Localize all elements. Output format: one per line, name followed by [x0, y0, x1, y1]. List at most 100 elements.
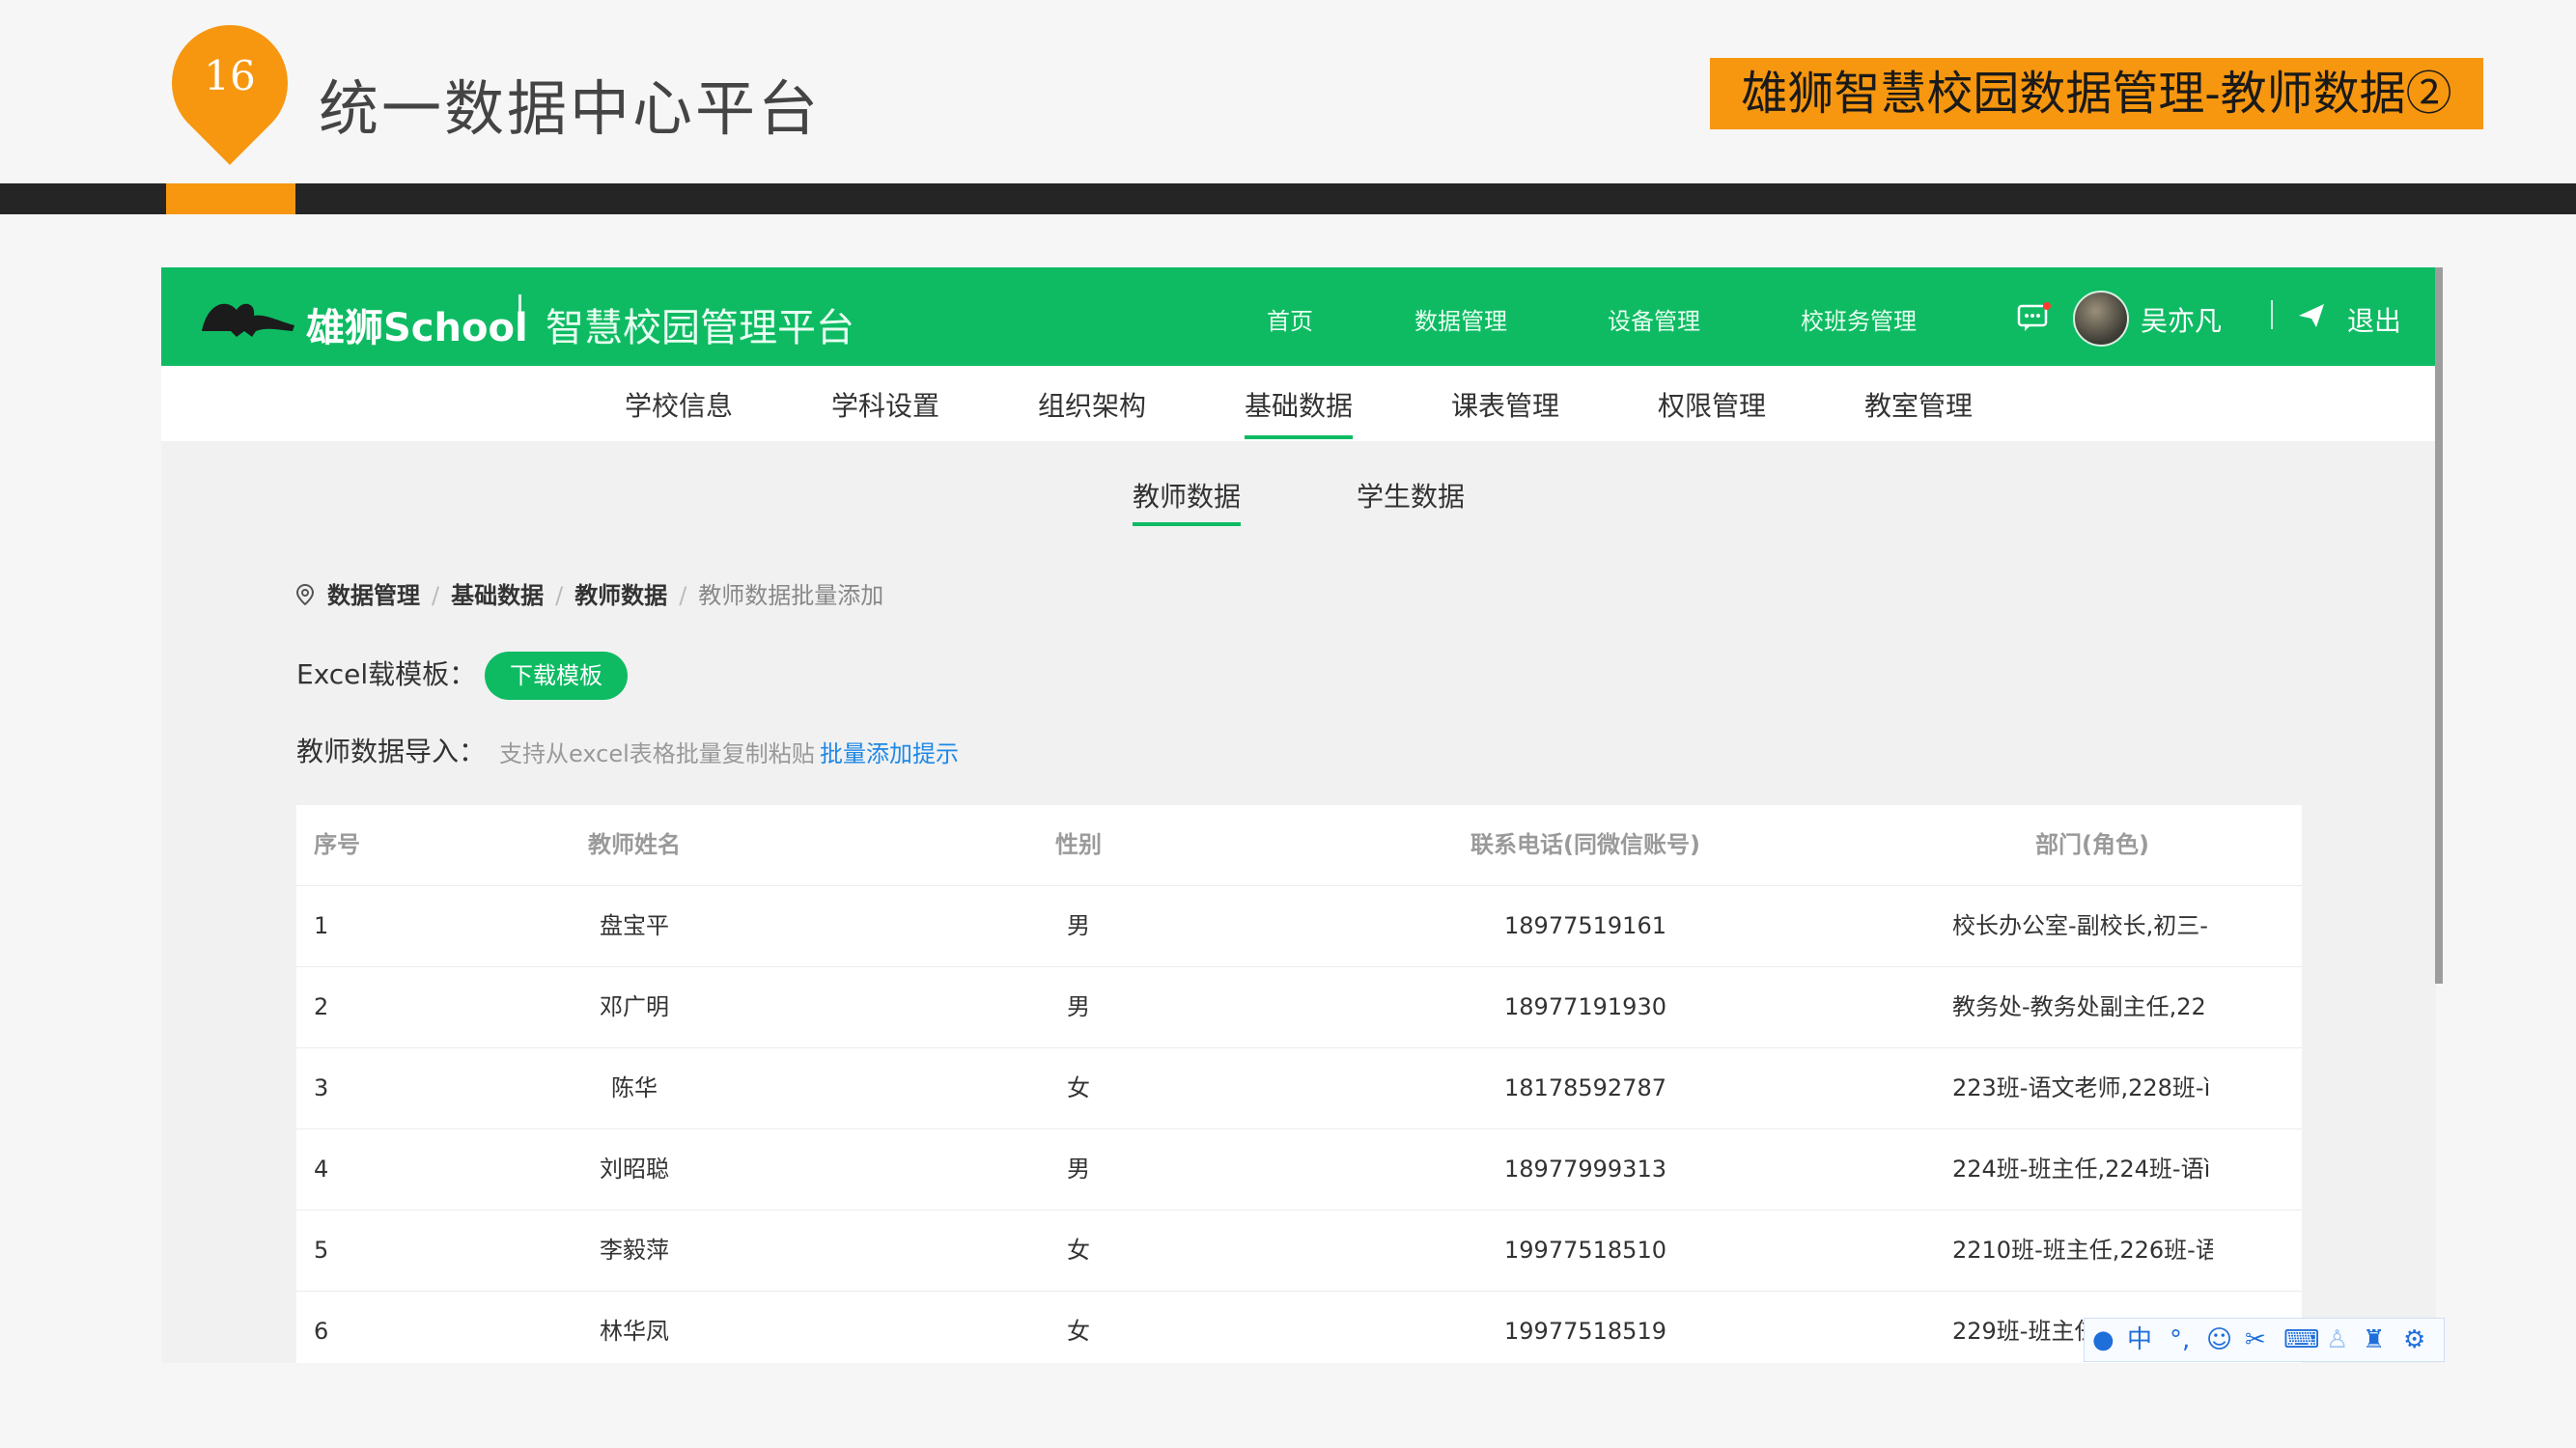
cell-index: 3 — [314, 1074, 329, 1101]
breadcrumb-item[interactable]: 基础数据 — [451, 582, 544, 609]
ime-mode[interactable]: 中 — [2127, 1324, 2152, 1355]
header-phone: 联系电话(同微信账号) — [1470, 831, 1700, 858]
nav-device-management[interactable]: 设备管理 — [1608, 302, 1700, 336]
ime-toolbar: ● 中 °, ☺ ✂ ⌨ ♙ ♜ ⚙ — [2084, 1318, 2445, 1362]
cell-phone: 18977519161 — [1504, 912, 1666, 939]
emoji-icon[interactable]: ☺ — [2206, 1324, 2232, 1355]
cell-teacher-name: 陈华 — [611, 1074, 658, 1101]
cell-index: 2 — [314, 993, 329, 1020]
cell-department: 224班-班主任,224班-语ì — [1952, 1156, 2211, 1183]
breadcrumb-separator: / — [432, 582, 440, 609]
cell-phone: 18178592787 — [1504, 1074, 1666, 1101]
platform-name: 智慧校园管理平台 — [546, 306, 854, 350]
import-hint: 支持从excel表格批量复制粘贴 — [499, 740, 815, 767]
subnav-subject-settings[interactable]: 学科设置 — [831, 385, 939, 424]
send-icon[interactable] — [2297, 302, 2326, 329]
cell-department: 教务处-教务处副主任,22 — [1952, 993, 2206, 1020]
cell-gender: 女 — [1067, 1237, 1090, 1264]
table-row[interactable]: 4 刘昭聪 男 18977999313 224班-班主任,224班-语ì — [296, 1129, 2302, 1211]
cell-phone: 19977518519 — [1504, 1318, 1666, 1345]
cell-department: 校长办公室-副校长,初三- — [1952, 912, 2208, 939]
app-screenshot: 雄狮School 智慧校园管理平台 首页 数据管理 设备管理 校班务管理 吴亦凡… — [161, 267, 2436, 1363]
batch-add-tips-link[interactable]: 批量添加提示 — [820, 735, 959, 768]
cell-index: 6 — [314, 1318, 329, 1345]
location-pin-icon — [296, 584, 314, 605]
brand-name: 雄狮School — [306, 306, 528, 350]
cell-department: 2210班-班主任,226班-语 — [1952, 1237, 2213, 1264]
table-row[interactable]: 3 陈华 女 18178592787 223班-语文老师,228班-ì — [296, 1048, 2302, 1129]
cell-gender: 男 — [1067, 912, 1090, 939]
breadcrumb-separator: / — [679, 582, 687, 609]
breadcrumb-item[interactable]: 教师数据 — [574, 582, 667, 609]
nav-data-management[interactable]: 数据管理 — [1414, 302, 1507, 336]
table-row[interactable]: 1 盘宝平 男 18977519161 校长办公室-副校长,初三- — [296, 886, 2302, 967]
nav-home[interactable]: 首页 — [1267, 302, 1313, 336]
tab-active-indicator — [1133, 522, 1241, 526]
header-divider — [0, 183, 2576, 214]
header-divider-accent — [166, 183, 295, 214]
subnav-classrooms[interactable]: 教室管理 — [1864, 385, 1973, 424]
cell-teacher-name: 邓广明 — [600, 993, 669, 1020]
cell-teacher-name: 李毅萍 — [600, 1237, 669, 1264]
user-divider — [2271, 300, 2273, 329]
cell-index: 4 — [314, 1156, 329, 1183]
keyboard-icon[interactable]: ⌨ — [2283, 1324, 2320, 1355]
data-tabs: 教师数据 学生数据 — [161, 460, 2436, 528]
message-icon[interactable] — [2017, 302, 2052, 333]
subnav-timetable[interactable]: 课表管理 — [1451, 385, 1559, 424]
cell-phone: 18977191930 — [1504, 993, 1666, 1020]
breadcrumb: 数据管理 / 基础数据 / 教师数据 / 教师数据批量添加 — [296, 576, 883, 610]
tab-teacher-data[interactable]: 教师数据 — [1133, 476, 1241, 515]
cell-teacher-name: 刘昭聪 — [600, 1156, 669, 1183]
top-navbar: 雄狮School 智慧校园管理平台 首页 数据管理 设备管理 校班务管理 吴亦凡… — [161, 267, 2436, 366]
person-icon[interactable]: ♙ — [2326, 1324, 2348, 1355]
gear-icon[interactable]: ⚙ — [2403, 1324, 2425, 1355]
user-icon[interactable]: ● — [2092, 1324, 2114, 1355]
subnav-org-structure[interactable]: 组织架构 — [1038, 385, 1146, 424]
subnav-school-info[interactable]: 学校信息 — [625, 385, 733, 424]
vertical-scrollbar[interactable] — [2435, 267, 2443, 984]
breadcrumb-current: 教师数据批量添加 — [698, 582, 884, 609]
logout-link[interactable]: 退出 — [2347, 300, 2401, 339]
shirt-icon[interactable]: ♜ — [2363, 1324, 2385, 1355]
cell-phone: 18977999313 — [1504, 1156, 1666, 1183]
breadcrumb-separator: / — [555, 582, 564, 609]
tab-student-data[interactable]: 学生数据 — [1357, 476, 1465, 515]
cell-gender: 男 — [1067, 1156, 1090, 1183]
header-teacher-name: 教师姓名 — [588, 831, 681, 858]
avatar[interactable] — [2073, 291, 2129, 347]
download-template-button[interactable]: 下载模板 — [485, 652, 628, 700]
import-label: 教师数据导入： — [296, 736, 487, 767]
slide-number: 16 — [204, 52, 256, 99]
cell-gender: 女 — [1067, 1318, 1090, 1345]
excel-template-label: Excel载模板： — [296, 658, 477, 690]
punct-icon[interactable]: °, — [2170, 1324, 2190, 1355]
subnav-permissions[interactable]: 权限管理 — [1658, 385, 1766, 424]
secondary-nav: 学校信息 学科设置 组织架构 基础数据 课表管理 权限管理 教室管理 — [161, 366, 2436, 441]
slide-title: 统一数据中心平台 — [319, 73, 822, 144]
cell-teacher-name: 林华凤 — [600, 1318, 669, 1345]
breadcrumb-item[interactable]: 数据管理 — [327, 582, 420, 609]
cell-gender: 女 — [1067, 1074, 1090, 1101]
table-row[interactable]: 2 邓广明 男 18977191930 教务处-教务处副主任,22 — [296, 967, 2302, 1048]
header-index: 序号 — [314, 831, 360, 858]
cell-index: 1 — [314, 912, 329, 939]
cell-department: 223班-语文老师,228班-ì — [1952, 1074, 2211, 1101]
cell-teacher-name: 盘宝平 — [600, 912, 669, 939]
nav-class-affairs[interactable]: 校班务管理 — [1801, 302, 1917, 336]
header-gender: 性别 — [1055, 831, 1102, 858]
cell-index: 5 — [314, 1237, 329, 1264]
cell-phone: 19977518510 — [1504, 1237, 1666, 1264]
subnav-active-indicator — [1245, 435, 1353, 439]
header-department: 部门(角色) — [2035, 831, 2149, 858]
table-header: 序号 教师姓名 性别 联系电话(同微信账号) 部门(角色) — [296, 805, 2302, 886]
table-row[interactable]: 6 林华凤 女 19977518519 229班-班主任 — [296, 1292, 2302, 1363]
table-row[interactable]: 5 李毅萍 女 19977518510 2210班-班主任,226班-语 — [296, 1211, 2302, 1292]
cell-gender: 男 — [1067, 993, 1090, 1020]
scissors-icon[interactable]: ✂ — [2245, 1324, 2266, 1355]
slide-tag: 雄狮智慧校园数据管理-教师数据② — [1710, 58, 2483, 129]
subnav-basic-data[interactable]: 基础数据 — [1245, 385, 1353, 424]
user-name[interactable]: 吴亦凡 — [2141, 300, 2222, 339]
brand-divider — [518, 294, 521, 341]
teacher-table: 序号 教师姓名 性别 联系电话(同微信账号) 部门(角色) 1 盘宝平 男 18… — [296, 805, 2302, 1363]
